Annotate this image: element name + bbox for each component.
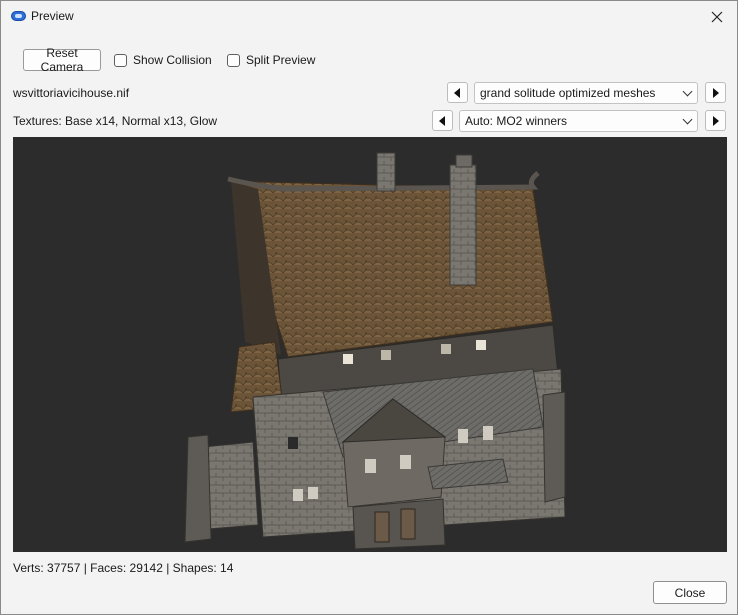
house-model-render xyxy=(184,152,566,550)
mesh-filename: wsvittoriavicihouse.nif xyxy=(13,86,130,100)
title-bar: Preview xyxy=(1,1,737,32)
split-preview-label: Split Preview xyxy=(246,53,316,67)
triangle-right-icon xyxy=(713,115,719,126)
preview-window: Preview Reset Camera Show Collision Spli… xyxy=(0,0,738,615)
chevron-down-icon xyxy=(682,114,693,125)
mesh-source-next-button[interactable] xyxy=(705,82,726,103)
preview-app-icon xyxy=(11,11,26,21)
close-x-icon[interactable] xyxy=(697,1,737,32)
texture-source-value: Auto: MO2 winners xyxy=(465,114,568,128)
chevron-down-icon xyxy=(682,86,693,97)
show-collision-label: Show Collision xyxy=(133,53,212,67)
split-preview-checkbox[interactable] xyxy=(227,53,240,67)
mesh-source-value: grand solitude optimized meshes xyxy=(480,86,656,100)
show-collision-checkbox[interactable] xyxy=(114,53,127,67)
triangle-left-icon xyxy=(454,87,460,98)
show-collision-toggle[interactable]: Show Collision xyxy=(114,53,212,67)
window-title: Preview xyxy=(31,9,74,23)
texture-source-prev-button[interactable] xyxy=(432,110,453,131)
3d-preview-viewport[interactable] xyxy=(13,137,727,552)
reset-camera-button[interactable]: Reset Camera xyxy=(23,46,101,74)
close-button[interactable]: Close xyxy=(653,581,727,604)
mesh-stats: Verts: 37757 | Faces: 29142 | Shapes: 14 xyxy=(13,561,234,575)
triangle-right-icon xyxy=(713,87,719,98)
mesh-source-select[interactable]: grand solitude optimized meshes xyxy=(474,82,698,104)
mesh-source-prev-button[interactable] xyxy=(447,82,468,103)
texture-source-next-button[interactable] xyxy=(705,110,726,131)
triangle-left-icon xyxy=(439,115,445,126)
textures-summary: Textures: Base x14, Normal x13, Glow xyxy=(13,114,218,128)
texture-source-select[interactable]: Auto: MO2 winners xyxy=(459,110,698,132)
split-preview-toggle[interactable]: Split Preview xyxy=(227,53,315,67)
